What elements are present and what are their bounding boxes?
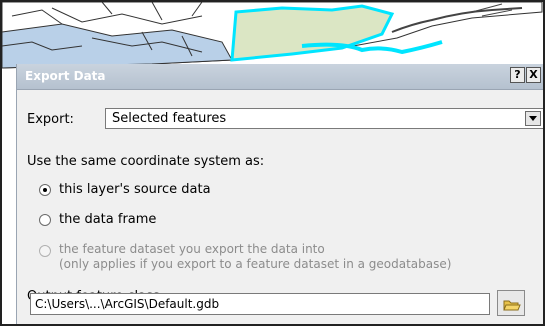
radio-feature-dataset-note: (only applies if you export to a feature… [59,257,452,271]
help-button[interactable]: ? [510,67,525,83]
export-select-value: Selected features [112,111,227,126]
map-canvas [2,2,543,72]
chevron-down-icon [529,116,537,121]
radio-data-frame-label[interactable]: the data frame [59,212,156,227]
output-path-value: C:\Users\...\ArcGIS\Default.gdb [35,297,220,311]
export-label: Export: [27,112,74,127]
dropdown-arrow-button[interactable] [525,111,541,126]
export-select[interactable]: Selected features [105,108,543,129]
close-button[interactable]: X [526,67,541,83]
radio-feature-dataset-label: the feature dataset you export the data … [59,242,325,256]
radio-data-frame[interactable] [39,214,51,226]
open-folder-icon [503,300,521,311]
radio-feature-dataset[interactable] [39,245,51,257]
radio-layer-source[interactable] [39,184,51,196]
map-view[interactable] [2,2,543,72]
radio-layer-source-label[interactable]: this layer's source data [59,182,211,197]
coordinate-system-prompt: Use the same coordinate system as: [27,154,265,169]
dialog-title: Export Data [25,69,106,83]
dialog-titlebar[interactable]: Export Data ? X [17,64,543,90]
output-path-field[interactable]: C:\Users\...\ArcGIS\Default.gdb [30,293,490,315]
browse-button[interactable] [497,290,525,316]
export-data-dialog: Export Data ? X Export: Selected feature… [16,64,543,324]
screenshot-frame: Export Data ? X Export: Selected feature… [0,0,545,326]
